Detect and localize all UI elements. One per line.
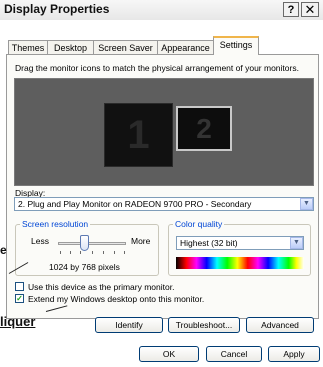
slider-tick (70, 251, 71, 254)
extend-desktop-checkbox[interactable]: ✓ (15, 294, 24, 303)
annotation-side-text: e (0, 243, 7, 257)
resolution-slider-thumb[interactable] (80, 235, 89, 251)
resolution-more-label: More (131, 236, 151, 246)
slider-tick (60, 251, 61, 254)
resolution-slider-track[interactable] (58, 242, 126, 245)
ok-button[interactable]: OK (139, 346, 199, 362)
advanced-button[interactable]: Advanced (246, 317, 314, 333)
chevron-down-icon[interactable]: ▼ (300, 198, 313, 210)
help-button[interactable]: ? (283, 2, 299, 17)
monitor-1-icon[interactable]: 1 (104, 103, 173, 167)
tab-desktop[interactable]: Desktop (47, 40, 94, 54)
slider-tick (114, 251, 115, 254)
slider-tick (92, 251, 93, 254)
display-select-value: 2. Plug and Play Monitor on RADEON 9700 … (18, 199, 252, 209)
primary-monitor-label: Use this device as the primary monitor. (28, 282, 175, 292)
annotation-cliquer-text: liquer (0, 314, 36, 329)
screen-resolution-title: Screen resolution (20, 219, 91, 229)
instruction-text: Drag the monitor icons to match the phys… (15, 63, 299, 73)
tab-screen-saver[interactable]: Screen Saver (93, 40, 158, 54)
tab-settings[interactable]: Settings (213, 36, 259, 55)
color-quality-value: Highest (32 bit) (180, 238, 238, 248)
chevron-down-icon[interactable]: ▼ (290, 237, 303, 249)
extend-desktop-label: Extend my Windows desktop onto this moni… (28, 294, 205, 304)
cancel-button[interactable]: Cancel (206, 346, 262, 362)
tab-themes[interactable]: Themes (8, 40, 48, 54)
slider-tick (80, 251, 81, 254)
resolution-less-label: Less (31, 236, 49, 246)
close-button[interactable]: ✕ (301, 2, 319, 17)
apply-button[interactable]: Apply (268, 346, 320, 362)
troubleshoot-button[interactable]: Troubleshoot... (168, 317, 240, 333)
resolution-value: 1024 by 768 pixels (49, 262, 120, 272)
monitor-2-icon[interactable]: 2 (176, 106, 232, 151)
color-quality-title: Color quality (173, 219, 225, 229)
identify-button[interactable]: Identify (95, 317, 163, 333)
slider-tick (103, 251, 104, 254)
primary-monitor-checkbox[interactable] (15, 282, 24, 291)
color-spectrum-bar (176, 257, 304, 269)
tab-appearance[interactable]: Appearance (157, 40, 214, 54)
window-title: Display Properties (4, 2, 110, 16)
slider-tick (124, 251, 125, 254)
